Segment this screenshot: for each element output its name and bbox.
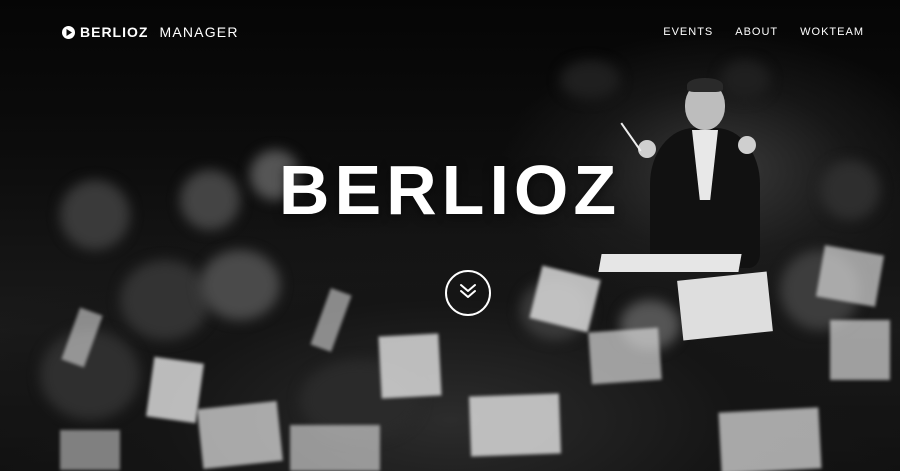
music-sheet xyxy=(468,393,562,457)
conductor-hair xyxy=(687,78,723,92)
site-header: BERLIOZ MANAGER EVENTS ABOUT WOKTEAM xyxy=(0,0,900,64)
music-sheet xyxy=(310,288,352,352)
bokeh-shape xyxy=(200,250,280,320)
podium-score xyxy=(598,254,742,272)
music-sheet xyxy=(718,407,822,471)
hero-title: BERLIOZ xyxy=(278,151,622,229)
hero-background-photo xyxy=(0,0,900,471)
nav-item-wokteam[interactable]: WOKTEAM xyxy=(800,26,864,38)
music-sheet xyxy=(378,333,442,399)
double-chevron-down-icon xyxy=(458,282,478,305)
nav-item-about[interactable]: ABOUT xyxy=(735,26,778,38)
music-sheet xyxy=(830,320,890,380)
brand-logo[interactable]: BERLIOZ MANAGER xyxy=(62,24,239,40)
scroll-down-button[interactable] xyxy=(445,270,491,316)
music-sheet xyxy=(60,430,120,470)
nav-item-events[interactable]: EVENTS xyxy=(663,26,713,38)
music-sheet xyxy=(146,356,204,424)
stand-score xyxy=(677,271,773,341)
main-nav: EVENTS ABOUT WOKTEAM xyxy=(641,26,864,38)
music-sheet xyxy=(290,425,380,471)
baton xyxy=(620,122,642,152)
bokeh-shape xyxy=(120,260,210,340)
music-sheet xyxy=(588,327,662,385)
music-sheet xyxy=(815,245,885,307)
play-icon xyxy=(62,25,75,39)
brand-subtitle: MANAGER xyxy=(159,24,239,40)
music-sheet xyxy=(197,400,283,470)
brand-name: BERLIOZ xyxy=(80,24,149,40)
